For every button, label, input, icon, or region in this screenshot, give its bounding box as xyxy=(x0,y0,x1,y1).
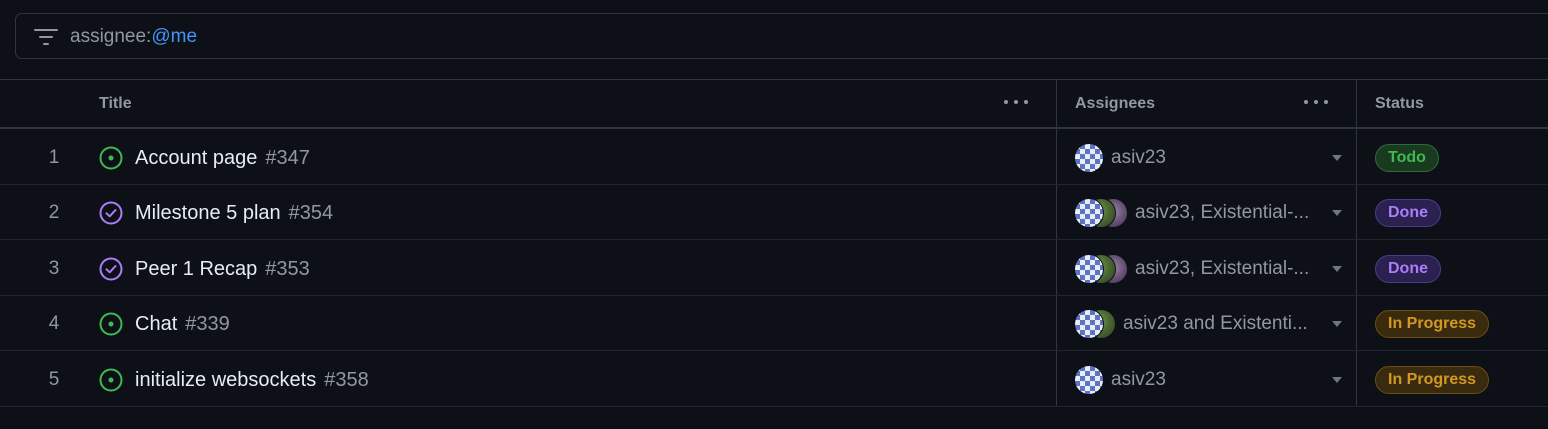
issue-open-icon xyxy=(99,368,123,392)
chevron-down-icon[interactable] xyxy=(1332,266,1342,272)
row-number: 4 xyxy=(48,313,60,334)
filter-key: assignee: xyxy=(70,26,152,47)
assignee-names[interactable]: asiv23 xyxy=(1111,130,1166,186)
issue-closed-icon xyxy=(99,257,123,281)
status-badge[interactable]: In Progress xyxy=(1375,366,1490,394)
status-badge[interactable]: In Progress xyxy=(1375,310,1490,338)
issue-title[interactable]: Peer 1 Recap #353 xyxy=(135,241,310,297)
issue-title-text[interactable]: Milestone 5 plan xyxy=(135,202,281,224)
row-divider xyxy=(0,239,1548,240)
avatar xyxy=(1074,309,1104,339)
assignees-column-menu-button[interactable] xyxy=(1304,100,1330,106)
filter-icon xyxy=(34,29,58,45)
issue-title-text[interactable]: Chat xyxy=(135,313,177,335)
issue-open-icon xyxy=(99,146,123,170)
issue-number: #353 xyxy=(265,258,310,280)
assignee-names[interactable]: asiv23 xyxy=(1111,352,1166,408)
avatar xyxy=(1074,198,1104,228)
issue-number: #358 xyxy=(324,369,369,391)
row-number: 5 xyxy=(48,369,60,390)
issue-title[interactable]: initialize websockets #358 xyxy=(135,352,369,408)
divider xyxy=(0,127,1548,129)
issue-closed-icon xyxy=(99,201,123,225)
table-row[interactable]: 2 Milestone 5 plan #354 asiv23, Existential… xyxy=(0,185,1548,240)
table-footer xyxy=(0,406,1548,429)
column-header-assignees[interactable]: Assignees xyxy=(1075,80,1155,128)
chevron-down-icon[interactable] xyxy=(1332,210,1342,216)
status-badge[interactable]: Done xyxy=(1375,199,1441,227)
assignee-names[interactable]: asiv23 and Existenti... xyxy=(1123,296,1308,352)
issue-title[interactable]: Milestone 5 plan #354 xyxy=(135,185,333,241)
issue-number: #339 xyxy=(185,313,230,335)
avatar xyxy=(1074,143,1104,173)
status-badge[interactable]: Todo xyxy=(1375,144,1439,172)
row-number: 1 xyxy=(48,147,60,168)
chevron-down-icon[interactable] xyxy=(1332,155,1342,161)
issue-title-text[interactable]: initialize websockets xyxy=(135,369,316,391)
row-number: 2 xyxy=(48,202,60,223)
table-row[interactable]: 1 Account page #347 asiv23 Todo xyxy=(0,130,1548,185)
issue-title[interactable]: Chat #339 xyxy=(135,296,230,352)
assignee-names[interactable]: asiv23, Existential-... xyxy=(1135,185,1309,241)
assignee-names[interactable]: asiv23, Existential-... xyxy=(1135,241,1309,297)
column-header-title[interactable]: Title xyxy=(99,80,132,128)
status-badge[interactable]: Done xyxy=(1375,255,1441,283)
issue-number: #347 xyxy=(265,147,310,169)
row-divider xyxy=(0,350,1548,351)
chevron-down-icon[interactable] xyxy=(1332,321,1342,327)
filter-bar[interactable]: assignee:@me xyxy=(15,13,1548,59)
row-number: 3 xyxy=(48,258,60,279)
issue-title-text[interactable]: Account page xyxy=(135,147,257,169)
column-header-status[interactable]: Status xyxy=(1375,80,1424,128)
issue-title-text[interactable]: Peer 1 Recap xyxy=(135,258,257,280)
table-header: Title Assignees Status xyxy=(0,80,1548,127)
filter-query[interactable]: assignee:@me xyxy=(70,14,197,60)
avatar xyxy=(1074,365,1104,395)
filter-value: @me xyxy=(151,26,198,47)
chevron-down-icon[interactable] xyxy=(1332,377,1342,383)
issue-title[interactable]: Account page #347 xyxy=(135,130,310,186)
issue-open-icon xyxy=(99,312,123,336)
avatar xyxy=(1074,254,1104,284)
table-row[interactable]: 4 Chat #339 asiv23 and Existenti... In Progr… xyxy=(0,296,1548,351)
issue-number: #354 xyxy=(288,202,334,224)
table-row[interactable]: 5 initialize websockets #358 asiv23 In Progr… xyxy=(0,352,1548,407)
title-column-menu-button[interactable] xyxy=(1004,100,1030,106)
table-row[interactable]: 3 Peer 1 Recap #353 asiv23, Existential-...… xyxy=(0,241,1548,296)
